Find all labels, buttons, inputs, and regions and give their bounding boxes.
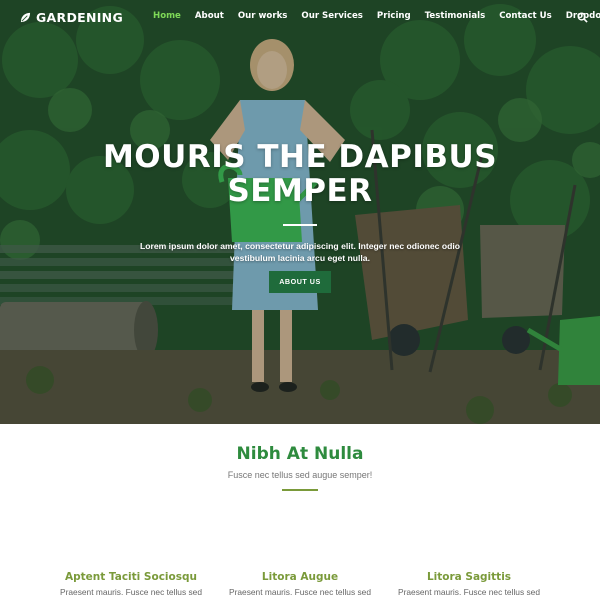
nav-item-home[interactable]: Home bbox=[153, 11, 181, 21]
hero-description-line2: vestibulum lacinia arcu eget nulla. bbox=[230, 253, 370, 263]
section-divider bbox=[282, 489, 318, 491]
feature-text: Praesent mauris. Fusce nec tellus sed bbox=[398, 587, 540, 597]
feature-text: Praesent mauris. Fusce nec tellus sed bbox=[229, 587, 371, 597]
hero-overlay bbox=[0, 0, 600, 424]
brand-name: GARDENING bbox=[36, 10, 124, 25]
section-subtitle: Fusce nec tellus sed augue semper! bbox=[227, 470, 373, 480]
hero-description: Lorem ipsum dolor amet, consectetur adip… bbox=[130, 240, 470, 264]
hero-description-line1: Lorem ipsum dolor amet, consectetur adip… bbox=[140, 241, 460, 251]
feature-card: Litora Sagittis Praesent mauris. Fusce n… bbox=[379, 571, 559, 598]
nav-item-our-services[interactable]: Our Services bbox=[301, 11, 363, 21]
main-nav: Home About Our works Our Services Pricin… bbox=[153, 11, 600, 21]
hero-divider bbox=[283, 224, 317, 226]
feature-title: Litora Augue bbox=[261, 571, 339, 583]
leaf-icon bbox=[20, 12, 31, 23]
hero-title-line2: SEMPER bbox=[227, 173, 373, 209]
top-navbar: GARDENING Home About Our works Our Servi… bbox=[0, 0, 600, 36]
nav-item-our-works[interactable]: Our works bbox=[238, 11, 288, 21]
search-icon[interactable] bbox=[577, 12, 588, 23]
hero-title: MOURIS THE DAPIBUS SEMPER bbox=[0, 140, 600, 208]
feature-card: Litora Augue Praesent mauris. Fusce nec … bbox=[210, 571, 390, 598]
hero-banner bbox=[0, 0, 600, 424]
about-us-button[interactable]: ABOUT US bbox=[269, 271, 331, 293]
feature-title: Aptent Taciti Sociosqu bbox=[65, 571, 197, 583]
section-title: Nibh At Nulla bbox=[236, 444, 364, 464]
nav-item-testimonials[interactable]: Testimonials bbox=[425, 11, 486, 21]
feature-card: Aptent Taciti Sociosqu Praesent mauris. … bbox=[41, 571, 221, 598]
nav-item-contact-us[interactable]: Contact Us bbox=[499, 11, 552, 21]
feature-title: Litora Sagittis bbox=[426, 571, 512, 583]
brand-logo[interactable]: GARDENING bbox=[20, 10, 123, 25]
nav-item-pricing[interactable]: Pricing bbox=[377, 11, 411, 21]
feature-text: Praesent mauris. Fusce nec tellus sed bbox=[60, 587, 202, 597]
hero-title-line1: MOURIS THE DAPIBUS bbox=[102, 139, 498, 175]
nav-item-about[interactable]: About bbox=[195, 11, 224, 21]
